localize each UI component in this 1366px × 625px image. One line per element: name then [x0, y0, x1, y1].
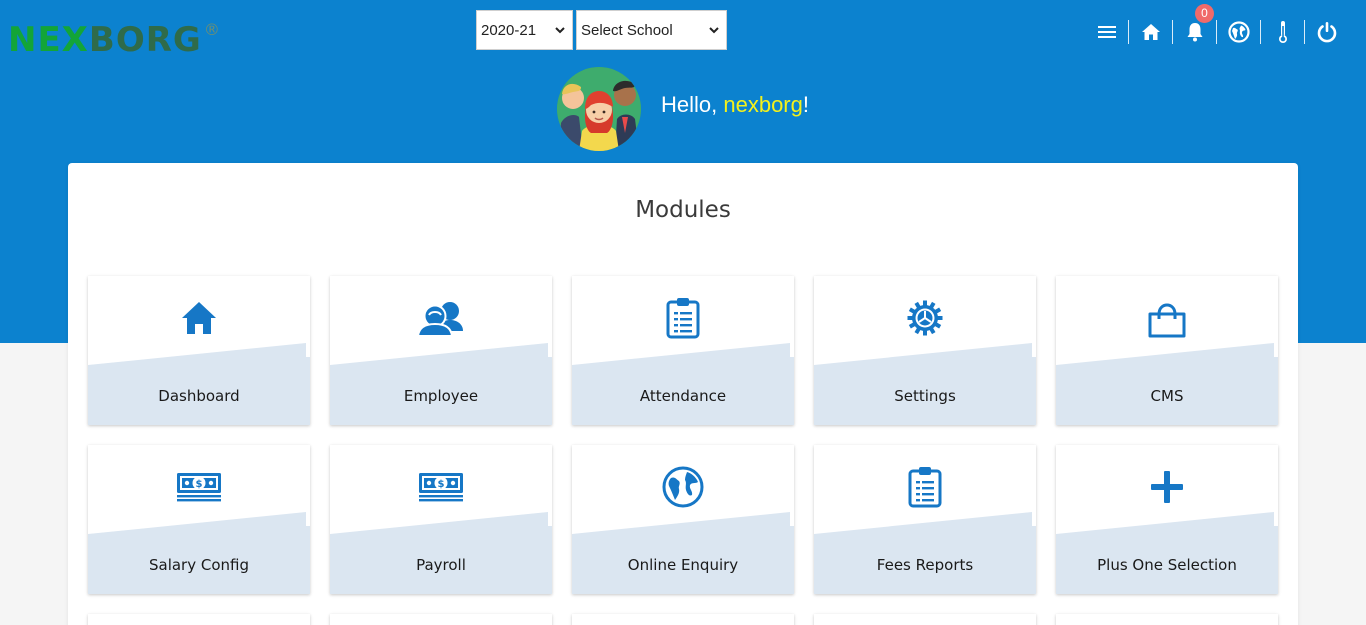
logout-button[interactable] [1305, 14, 1348, 50]
year-select-value: 2020-21 [481, 21, 537, 39]
tile-ribbon [1056, 343, 1278, 425]
module-tile-partial[interactable] [1056, 614, 1278, 625]
chevron-down-icon [709, 27, 719, 34]
greeting-username: nexborg [723, 92, 803, 117]
money-icon: $ [88, 463, 310, 511]
users-icon [330, 294, 552, 342]
module-tile-plus-one-selection[interactable]: Plus One Selection [1056, 445, 1278, 594]
bell-icon [1187, 23, 1202, 42]
module-label: Salary Config [148, 556, 249, 574]
home-button[interactable] [1129, 14, 1172, 50]
gear-icon [814, 294, 1036, 342]
module-label: Dashboard [158, 387, 240, 405]
tile-ribbon [330, 512, 552, 594]
module-tile-cms[interactable]: CMS [1056, 276, 1278, 425]
year-select[interactable]: 2020-21 [476, 10, 573, 50]
tile-ribbon [572, 512, 794, 594]
module-label: Plus One Selection [1097, 556, 1237, 574]
clipboard-icon [572, 294, 794, 342]
globe-button[interactable] [1217, 14, 1260, 50]
tile-ribbon [1056, 512, 1278, 594]
module-tile-online-enquiry[interactable]: Online Enquiry [572, 445, 794, 594]
svg-text:$: $ [438, 479, 445, 490]
module-tile-partial[interactable] [330, 614, 552, 625]
svg-text:$: $ [196, 479, 203, 490]
greeting-text: Hello, nexborg! [661, 92, 809, 117]
chevron-down-icon [555, 27, 565, 34]
tile-ribbon [88, 343, 310, 425]
tile-ribbon [814, 343, 1036, 425]
tile-ribbon [330, 343, 552, 425]
module-tile-salary-config[interactable]: $ Salary Config [88, 445, 310, 594]
module-label: Attendance [639, 387, 727, 405]
school-select[interactable]: Select School [576, 10, 727, 50]
module-tile-partial[interactable] [572, 614, 794, 625]
notifications-button[interactable]: 0 [1173, 4, 1216, 50]
module-label: Online Enquiry [627, 556, 739, 574]
plus-icon [1056, 463, 1278, 511]
module-label: Employee [403, 387, 479, 405]
module-tile-partial[interactable] [88, 614, 310, 625]
power-icon [1317, 22, 1336, 43]
thermometer-icon [1278, 21, 1287, 43]
menu-button[interactable] [1085, 14, 1128, 50]
module-tile-fees-reports[interactable]: Fees Reports [814, 445, 1036, 594]
module-tile-attendance[interactable]: Attendance [572, 276, 794, 425]
school-select-value: Select School [581, 21, 673, 39]
globe-icon [1227, 21, 1250, 43]
module-label: Fees Reports [876, 556, 974, 574]
tile-ribbon [88, 512, 310, 594]
money-icon: $ [330, 463, 552, 511]
clipboard-icon [814, 463, 1036, 511]
module-tile-settings[interactable]: Settings [814, 276, 1036, 425]
module-tile-payroll[interactable]: $ Payroll [330, 445, 552, 594]
menu-icon [1097, 26, 1116, 38]
user-avatar[interactable] [557, 67, 641, 151]
home-icon [88, 294, 310, 342]
page-title: Modules [635, 197, 731, 223]
tile-ribbon [814, 512, 1036, 594]
app-logo[interactable]: NEXBORG ® [8, 10, 221, 60]
notification-count-badge: 0 [1195, 4, 1214, 23]
module-tile-employee[interactable]: Employee [330, 276, 552, 425]
tile-ribbon [572, 343, 794, 425]
globe-icon [572, 463, 794, 511]
theme-button[interactable] [1261, 14, 1304, 50]
module-label: CMS [1150, 387, 1184, 405]
module-tile-partial[interactable] [814, 614, 1036, 625]
module-label: Settings [894, 387, 956, 405]
module-tile-dashboard[interactable]: Dashboard [88, 276, 310, 425]
top-nav: 0 [1085, 4, 1348, 50]
home-icon [1141, 24, 1160, 40]
shopping-bag-icon [1056, 294, 1278, 342]
module-label: Payroll [416, 556, 466, 574]
